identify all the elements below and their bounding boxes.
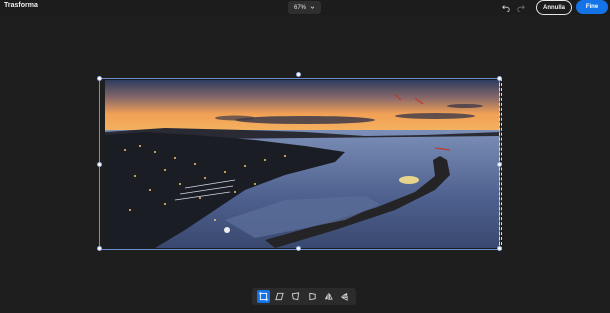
- handle-top-right[interactable]: [497, 76, 502, 81]
- zoom-dropdown[interactable]: 67%: [288, 1, 321, 14]
- handle-top-left[interactable]: [97, 76, 102, 81]
- top-bar: Trasforma 67% Annulla Fine: [0, 0, 610, 15]
- undo-button[interactable]: [500, 2, 511, 13]
- distort-icon: [292, 292, 300, 301]
- skew-icon: [275, 292, 284, 301]
- flip-horizontal-icon: [324, 292, 333, 301]
- tool-flip-vertical[interactable]: [338, 290, 351, 303]
- handle-top-center[interactable]: [296, 72, 301, 77]
- page-title: Trasforma: [4, 2, 38, 9]
- tool-free-transform[interactable]: [256, 290, 270, 303]
- handle-bottom-center[interactable]: [296, 246, 301, 251]
- harbor-photo: [105, 80, 500, 248]
- tool-skew[interactable]: [273, 290, 286, 303]
- perspective-icon: [308, 292, 316, 301]
- cancel-button[interactable]: Annulla: [536, 0, 572, 15]
- flip-vertical-icon: [341, 292, 349, 301]
- chevron-down-icon: [310, 6, 315, 9]
- handle-middle-left[interactable]: [97, 162, 102, 167]
- handle-bottom-right[interactable]: [497, 246, 502, 251]
- undo-icon: [501, 4, 510, 12]
- done-button[interactable]: Fine: [576, 0, 608, 14]
- transform-free-icon: [259, 292, 268, 301]
- redo-button[interactable]: [515, 2, 526, 13]
- handle-bottom-left[interactable]: [97, 246, 102, 251]
- canvas-image[interactable]: [105, 80, 500, 248]
- tool-perspective[interactable]: [306, 290, 319, 303]
- tool-flip-horizontal[interactable]: [322, 290, 335, 303]
- handle-middle-right[interactable]: [497, 162, 502, 167]
- redo-icon: [516, 4, 525, 12]
- tool-distort[interactable]: [289, 290, 302, 303]
- zoom-value: 67%: [293, 4, 306, 11]
- transform-toolbar: [252, 288, 356, 305]
